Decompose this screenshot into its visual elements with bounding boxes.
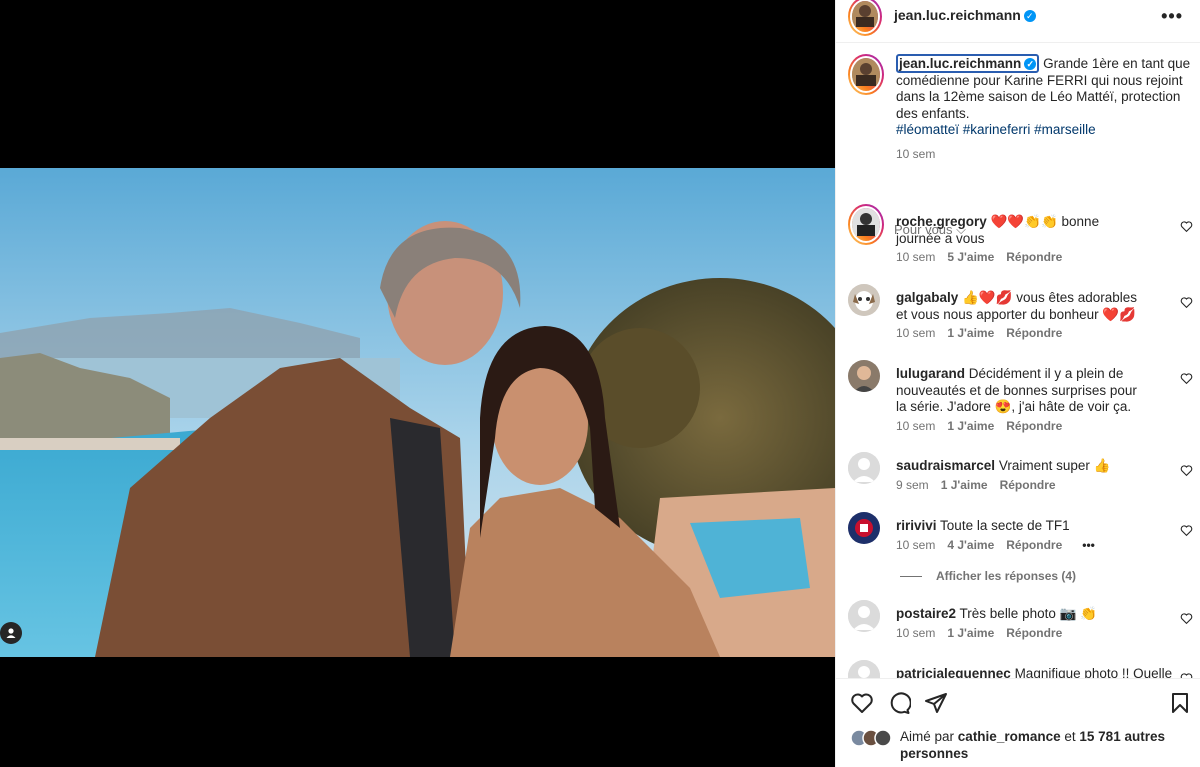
comment-likes[interactable]: 4 J'aime bbox=[947, 538, 994, 552]
comment-username[interactable]: patricialeguennec bbox=[896, 666, 1011, 678]
comment-time: 10 sem bbox=[896, 626, 936, 640]
tag-user-icon[interactable] bbox=[0, 622, 22, 644]
reply-button[interactable]: Répondre bbox=[1006, 250, 1062, 264]
liker-avatars[interactable] bbox=[850, 729, 900, 747]
view-replies-label: Afficher les réponses (4) bbox=[936, 569, 1077, 583]
comment-meta: 9 sem 1 J'aime Répondre bbox=[896, 478, 1056, 492]
comment-text-block: postaire2 Très belle photo 📷 👏 bbox=[896, 606, 1146, 623]
likes-middle: et bbox=[1064, 729, 1076, 744]
comment-text-block: patricialeguennec Magnifique photo !! Qu… bbox=[896, 666, 1186, 678]
comments-scroll[interactable]: jean.luc.reichmann ✓ Grande 1ère en tant … bbox=[836, 42, 1200, 678]
comment-likes[interactable]: 1 J'aime bbox=[947, 326, 994, 340]
reply-button[interactable]: Répondre bbox=[1006, 419, 1062, 433]
comment-likes[interactable]: 1 J'aime bbox=[947, 626, 994, 640]
comment-avatar[interactable] bbox=[848, 600, 880, 632]
post-photo[interactable] bbox=[0, 168, 835, 657]
comment-time: 10 sem bbox=[896, 419, 936, 433]
caption-hashtags[interactable]: #léomatteï #karineferri #marseille bbox=[896, 122, 1196, 139]
comment-text: Toute la secte de TF1 bbox=[940, 518, 1070, 533]
comment-text-block: ririvivi Toute la secte de TF1 bbox=[896, 518, 1146, 535]
heart-icon[interactable] bbox=[1180, 464, 1193, 477]
comment-time: 10 sem bbox=[896, 538, 936, 552]
post-header: jean.luc.reichmann ✓ ••• bbox=[836, 0, 1200, 36]
comment-meta: 10 sem 5 J'aime Répondre bbox=[896, 250, 1062, 264]
comment-avatar[interactable] bbox=[848, 204, 884, 245]
verified-icon: ✓ bbox=[1023, 9, 1036, 22]
reply-button[interactable]: Répondre bbox=[1006, 626, 1062, 640]
comment-meta: 10 sem 1 J'aime Répondre bbox=[896, 326, 1062, 340]
comment-more-options[interactable]: ••• bbox=[1082, 538, 1095, 552]
heart-icon[interactable] bbox=[1180, 612, 1193, 625]
view-replies-button[interactable]: Afficher les réponses (4) bbox=[900, 569, 1076, 583]
comment-text: Vraiment super 👍 bbox=[998, 458, 1111, 473]
more-options-icon[interactable]: ••• bbox=[1161, 6, 1183, 27]
comment-text: Magnifique photo !! Quelle bbox=[1014, 666, 1173, 678]
author-username[interactable]: jean.luc.reichmann bbox=[894, 7, 1021, 23]
caption-text-block: jean.luc.reichmann ✓ Grande 1ère en tant … bbox=[896, 54, 1196, 162]
comment-avatar[interactable] bbox=[848, 452, 880, 484]
heart-icon[interactable] bbox=[1180, 220, 1193, 233]
caption-time: 10 sem bbox=[896, 146, 936, 161]
author-avatar[interactable] bbox=[848, 0, 882, 36]
verified-icon: ✓ bbox=[1024, 58, 1037, 71]
likes-prefix: Aimé par bbox=[900, 729, 955, 744]
author-username-block[interactable]: jean.luc.reichmann ✓ bbox=[894, 7, 1036, 25]
comment-username[interactable]: postaire2 bbox=[896, 606, 956, 621]
comment-time: 10 sem bbox=[896, 250, 936, 264]
comment-meta: 10 sem 4 J'aime Répondre ••• bbox=[896, 538, 1095, 552]
replies-line bbox=[900, 575, 922, 577]
heart-icon[interactable] bbox=[1180, 524, 1193, 537]
comment-likes[interactable]: 1 J'aime bbox=[941, 478, 988, 492]
comment-time: 10 sem bbox=[896, 326, 936, 340]
comment-username[interactable]: roche.gregory bbox=[896, 214, 987, 229]
likes-text: Aimé par cathie_romance et 15 781 autres… bbox=[900, 729, 1190, 762]
action-bar bbox=[836, 678, 1200, 728]
comment-meta: 10 sem 1 J'aime Répondre bbox=[896, 626, 1062, 640]
comment-likes[interactable]: 5 J'aime bbox=[947, 250, 994, 264]
reply-button[interactable]: Répondre bbox=[1006, 326, 1062, 340]
comment-text-block: lulugarand Décidément il y a plein de no… bbox=[896, 366, 1146, 416]
comment-text-block: galgabaly 👍❤️💋 vous êtes adorables et vo… bbox=[896, 290, 1146, 323]
comment-text-block: saudraismarcel Vraiment super 👍 bbox=[896, 458, 1146, 475]
comment-avatar[interactable] bbox=[848, 660, 880, 678]
caption-avatar[interactable] bbox=[848, 54, 884, 95]
heart-icon[interactable] bbox=[850, 691, 874, 715]
comment-username[interactable]: ririvivi bbox=[896, 518, 937, 533]
bookmark-icon[interactable] bbox=[1168, 691, 1192, 715]
share-icon[interactable] bbox=[924, 691, 948, 715]
comment-avatar[interactable] bbox=[848, 360, 880, 392]
caption-username[interactable]: jean.luc.reichmann ✓ bbox=[896, 54, 1040, 73]
comment-text: Très belle photo 📷 👏 bbox=[959, 606, 1097, 621]
comment-likes[interactable]: 1 J'aime bbox=[947, 419, 994, 433]
liker-username[interactable]: cathie_romance bbox=[958, 729, 1061, 744]
post-media bbox=[0, 0, 835, 767]
comment-time: 9 sem bbox=[896, 478, 929, 492]
heart-icon[interactable] bbox=[1180, 296, 1193, 309]
heart-icon[interactable] bbox=[1180, 372, 1193, 385]
comment-avatar[interactable] bbox=[848, 512, 880, 544]
post-panel: jean.luc.reichmann ✓ ••• jean.luc.reichma… bbox=[835, 0, 1200, 767]
comment-username[interactable]: galgabaly bbox=[896, 290, 958, 305]
reply-button[interactable]: Répondre bbox=[1000, 478, 1056, 492]
comment-icon[interactable] bbox=[887, 691, 911, 715]
comment-avatar[interactable] bbox=[848, 284, 880, 316]
comment-text-block: roche.gregory ❤️❤️👏👏 bonne journée a vou… bbox=[896, 214, 1146, 247]
comment-meta: 10 sem 1 J'aime Répondre bbox=[896, 419, 1062, 433]
reply-button[interactable]: Répondre bbox=[1006, 538, 1062, 552]
comment-username[interactable]: lulugarand bbox=[896, 366, 965, 381]
comment-username[interactable]: saudraismarcel bbox=[896, 458, 995, 473]
